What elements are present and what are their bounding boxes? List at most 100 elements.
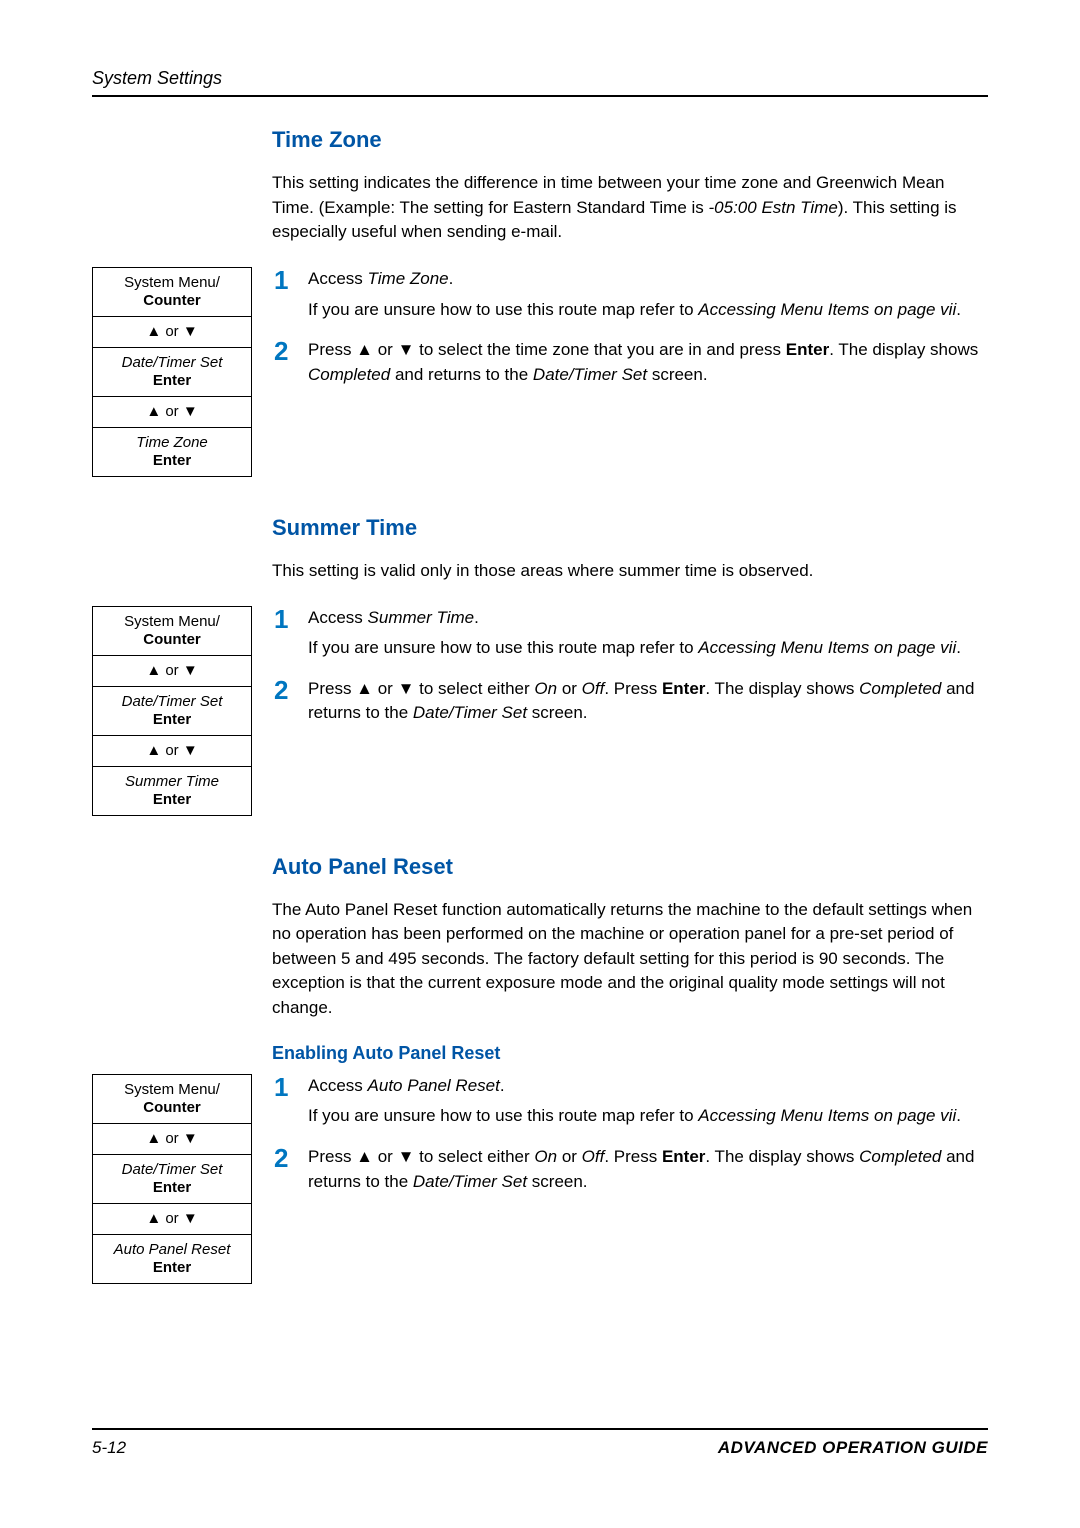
step-text: . — [956, 638, 961, 657]
autopanel-row: System Menu/Counter ▲ or ▼ Date/Timer Se… — [92, 1074, 988, 1294]
step-text: or — [557, 1147, 582, 1166]
summertime-row: System Menu/Counter ▲ or ▼ Date/Timer Se… — [92, 606, 988, 826]
option-off: Off — [582, 1147, 605, 1166]
step-text: . — [449, 269, 454, 288]
step-text: screen. — [527, 1172, 587, 1191]
timezone-step-1: 1 Access Time Zone. If you are unsure ho… — [274, 267, 988, 322]
step-text: Access — [308, 608, 368, 627]
timezone-row: System Menu/Counter ▲ or ▼ Date/Timer Se… — [92, 267, 988, 487]
menu-line: System Menu/ — [97, 613, 247, 631]
menu-line: System Menu/ — [97, 274, 247, 292]
menu-line: Summer Time — [97, 773, 247, 791]
display-text: Completed — [859, 1147, 941, 1166]
step-text: . Press — [604, 679, 662, 698]
menu-cell: Auto Panel ResetEnter — [93, 1234, 252, 1283]
menu-arrows: ▲ or ▼ — [93, 1203, 252, 1234]
step-text: If you are unsure how to use this route … — [308, 300, 698, 319]
summertime-step-2: 2 Press ▲ or ▼ to select either On or Of… — [274, 677, 988, 726]
option-on: On — [534, 1147, 557, 1166]
menu-line: System Menu/ — [97, 1081, 247, 1099]
step-text: Press ▲ or ▼ to select either — [308, 679, 534, 698]
step-text: Press ▲ or ▼ to select the time zone tha… — [308, 340, 786, 359]
screen-name: Date/Timer Set — [533, 365, 647, 384]
step-number: 2 — [274, 1145, 294, 1194]
step-number: 1 — [274, 1074, 294, 1129]
section-title-timezone: Time Zone — [272, 127, 988, 153]
step-text: . — [474, 608, 479, 627]
ref-link: Accessing Menu Items on page vii — [698, 300, 956, 319]
enter-key: Enter — [662, 1147, 705, 1166]
menu-line-bold: Counter — [143, 292, 201, 309]
display-text: Completed — [859, 679, 941, 698]
step-text: and returns to the — [390, 365, 533, 384]
step-text: . The display shows — [829, 340, 978, 359]
menu-line: Time Zone — [97, 434, 247, 452]
autopanel-intro: The Auto Panel Reset function automatica… — [272, 898, 988, 1021]
timezone-menu-route: System Menu/Counter ▲ or ▼ Date/Timer Se… — [92, 267, 252, 477]
step-text: Access — [308, 1076, 368, 1095]
option-on: On — [534, 679, 557, 698]
guide-name: ADVANCED OPERATION GUIDE — [718, 1438, 988, 1458]
menu-arrows: ▲ or ▼ — [93, 396, 252, 427]
step-number: 2 — [274, 338, 294, 387]
menu-line-bold: Enter — [153, 791, 191, 808]
step-text: screen. — [647, 365, 707, 384]
ref-link: Accessing Menu Items on page vii — [698, 1106, 956, 1125]
timezone-step-2: 2 Press ▲ or ▼ to select the time zone t… — [274, 338, 988, 387]
step-target: Summer Time — [368, 608, 475, 627]
step-text: Access — [308, 269, 368, 288]
step-text: . Press — [604, 1147, 662, 1166]
page-number: 5-12 — [92, 1438, 126, 1458]
step-text: If you are unsure how to use this route … — [308, 638, 698, 657]
summertime-step-1: 1 Access Summer Time. If you are unsure … — [274, 606, 988, 661]
menu-arrows: ▲ or ▼ — [93, 316, 252, 347]
step-body: Press ▲ or ▼ to select either On or Off.… — [308, 677, 988, 726]
menu-cell: System Menu/Counter — [93, 606, 252, 655]
menu-line: Auto Panel Reset — [97, 1241, 247, 1259]
subsection-title-enabling: Enabling Auto Panel Reset — [272, 1043, 988, 1064]
step-number: 1 — [274, 606, 294, 661]
section-title-autopanel: Auto Panel Reset — [272, 854, 988, 880]
step-number: 2 — [274, 677, 294, 726]
menu-arrows: ▲ or ▼ — [93, 655, 252, 686]
menu-line-bold: Enter — [153, 452, 191, 469]
autopanel-menu-route: System Menu/Counter ▲ or ▼ Date/Timer Se… — [92, 1074, 252, 1284]
header-divider — [92, 95, 988, 97]
step-text: or — [557, 679, 582, 698]
menu-line-bold: Enter — [153, 1259, 191, 1276]
step-text: . — [500, 1076, 505, 1095]
menu-line-bold: Counter — [143, 631, 201, 648]
menu-cell: System Menu/Counter — [93, 1074, 252, 1123]
menu-cell: Date/Timer SetEnter — [93, 347, 252, 396]
ref-link: Accessing Menu Items on page vii — [698, 638, 956, 657]
summertime-intro: This setting is valid only in those area… — [272, 559, 988, 584]
step-number: 1 — [274, 267, 294, 322]
step-body: Press ▲ or ▼ to select either On or Off.… — [308, 1145, 988, 1194]
menu-cell: System Menu/Counter — [93, 267, 252, 316]
running-header: System Settings — [92, 68, 988, 89]
step-target: Time Zone — [368, 269, 449, 288]
menu-line-bold: Enter — [153, 372, 191, 389]
menu-cell: Date/Timer SetEnter — [93, 1154, 252, 1203]
step-body: Access Time Zone. If you are unsure how … — [308, 267, 961, 322]
step-body: Press ▲ or ▼ to select the time zone tha… — [308, 338, 988, 387]
step-text: . — [956, 1106, 961, 1125]
step-target: Auto Panel Reset — [368, 1076, 500, 1095]
autopanel-step-1: 1 Access Auto Panel Reset. If you are un… — [274, 1074, 988, 1129]
menu-line-bold: Enter — [153, 711, 191, 728]
display-text: Completed — [308, 365, 390, 384]
step-text: . — [956, 300, 961, 319]
menu-cell: Summer TimeEnter — [93, 766, 252, 815]
autopanel-step-2: 2 Press ▲ or ▼ to select either On or Of… — [274, 1145, 988, 1194]
page-footer: 5-12 ADVANCED OPERATION GUIDE — [92, 1428, 988, 1458]
screen-name: Date/Timer Set — [413, 1172, 527, 1191]
timezone-intro: This setting indicates the difference in… — [272, 171, 988, 245]
screen-name: Date/Timer Set — [413, 703, 527, 722]
step-body: Access Auto Panel Reset. If you are unsu… — [308, 1074, 961, 1129]
step-text: . The display shows — [705, 679, 859, 698]
option-off: Off — [582, 679, 605, 698]
menu-arrows: ▲ or ▼ — [93, 735, 252, 766]
menu-cell: Date/Timer SetEnter — [93, 686, 252, 735]
step-text: . The display shows — [705, 1147, 859, 1166]
section-title-summertime: Summer Time — [272, 515, 988, 541]
